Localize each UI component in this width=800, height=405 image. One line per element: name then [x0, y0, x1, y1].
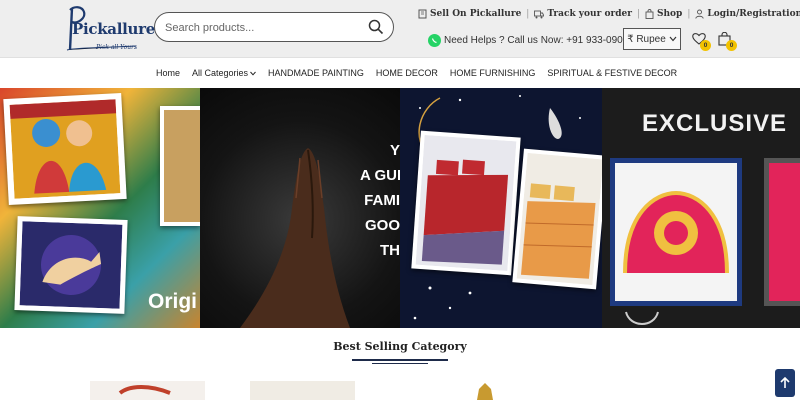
poshak-image: [615, 163, 737, 301]
section-title-underline: [372, 363, 428, 364]
login-link[interactable]: Login/Registration: [695, 9, 800, 19]
product-frame: [610, 158, 742, 306]
shop-label: Shop: [657, 9, 683, 19]
logo[interactable]: Pickallure Pick all Yours: [64, 4, 155, 56]
hero-banner[interactable]: Origi Y A GUE FAMI GOO TH: [0, 88, 800, 328]
section-title-underline: [352, 359, 448, 361]
track-order-label: Track your order: [547, 9, 632, 19]
nav-handmade-painting[interactable]: HANDMADE PAINTING: [268, 68, 364, 78]
nav-home-decor[interactable]: HOME DECOR: [376, 68, 438, 78]
sell-link[interactable]: Sell On Pickallure: [418, 9, 521, 19]
nav-spiritual-festive-decor[interactable]: SPIRITUAL & FESTIVE DECOR: [547, 68, 677, 78]
help-line: Need Helps ? Call us Now: +91 933-090-55…: [428, 32, 648, 48]
wishlist-button[interactable]: 0: [692, 32, 711, 51]
whatsapp-icon[interactable]: [428, 33, 441, 47]
banner-panel-exclusive[interactable]: EXCLUSIVE: [602, 88, 800, 328]
nav-home[interactable]: Home: [156, 68, 180, 78]
cart-button[interactable]: 0: [718, 31, 737, 51]
painting-frame: [3, 92, 127, 206]
banner-tagline-line: GOO: [364, 217, 400, 234]
help-text: Need Helps ? Call us Now: +91 933-090-55…: [444, 34, 649, 46]
store-icon: [418, 9, 427, 19]
chevron-down-icon: [669, 36, 677, 42]
search-input[interactable]: [165, 19, 365, 37]
banner-text-exclusive: EXCLUSIVE: [642, 110, 788, 137]
banner-tagline-line: FAMI: [364, 192, 400, 209]
category-thumbnail[interactable]: [455, 381, 515, 400]
bedsheet-frame: [512, 148, 602, 290]
back-to-top-button[interactable]: [775, 369, 795, 397]
cart-count: 0: [726, 40, 737, 51]
chevron-down-icon: [250, 71, 256, 76]
category-thumbnail[interactable]: [90, 381, 205, 400]
bedsheet-frame: [411, 130, 521, 276]
painting-frame: [14, 216, 128, 314]
banner-text-original: Origi: [148, 290, 198, 313]
brand-name: Pickallure: [72, 20, 155, 38]
banner-panel-furnishing[interactable]: [400, 88, 602, 328]
nav-all-categories[interactable]: All Categories: [192, 68, 256, 78]
nav-all-categories-label: All Categories: [192, 68, 249, 78]
track-order-link[interactable]: Track your order: [534, 9, 632, 19]
horse-painting-image: [19, 221, 123, 309]
banner-tagline-line: Y: [389, 142, 400, 159]
bag-icon: [645, 9, 654, 19]
search-box: [154, 12, 394, 42]
banner-tagline-line: TH: [380, 242, 400, 259]
nav-home-furnishing[interactable]: HOME FURNISHING: [450, 68, 536, 78]
banner-tagline-line: A GUE: [360, 167, 400, 184]
sell-link-label: Sell On Pickallure: [430, 9, 522, 19]
category-thumbnail[interactable]: [250, 381, 355, 400]
currency-value: ₹ Rupee: [627, 33, 666, 45]
arrow-up-icon: [780, 377, 790, 388]
truck-icon: [534, 10, 545, 18]
section-title: Best Selling Category: [333, 340, 467, 353]
user-icon: [695, 9, 705, 19]
currency-select[interactable]: ₹ Rupee: [623, 28, 681, 50]
red-bedsheet-image: [415, 134, 517, 272]
top-links: Sell On Pickallure | Track your order | …: [418, 7, 800, 21]
krishna-painting-image: [9, 99, 121, 199]
brand-tagline: Pick all Yours: [96, 44, 138, 51]
search-icon[interactable]: [368, 19, 384, 35]
login-label: Login/Registration: [707, 9, 800, 19]
banner-tagline-block: Y A GUE FAMI GOO TH: [360, 138, 400, 263]
banner-panel-paintings[interactable]: Origi: [0, 88, 200, 328]
yellow-bedsheet-image: [516, 152, 602, 286]
wishlist-count: 0: [700, 40, 711, 51]
shop-link[interactable]: Shop: [645, 9, 682, 19]
main-nav: Home All Categories HANDMADE PAINTING HO…: [0, 58, 800, 88]
banner-panel-prayer[interactable]: Y A GUE FAMI GOO TH: [200, 88, 400, 328]
header-bar: Pickallure Pick all Yours Sell On Pickal…: [0, 0, 800, 58]
painting-frame: [160, 106, 200, 226]
